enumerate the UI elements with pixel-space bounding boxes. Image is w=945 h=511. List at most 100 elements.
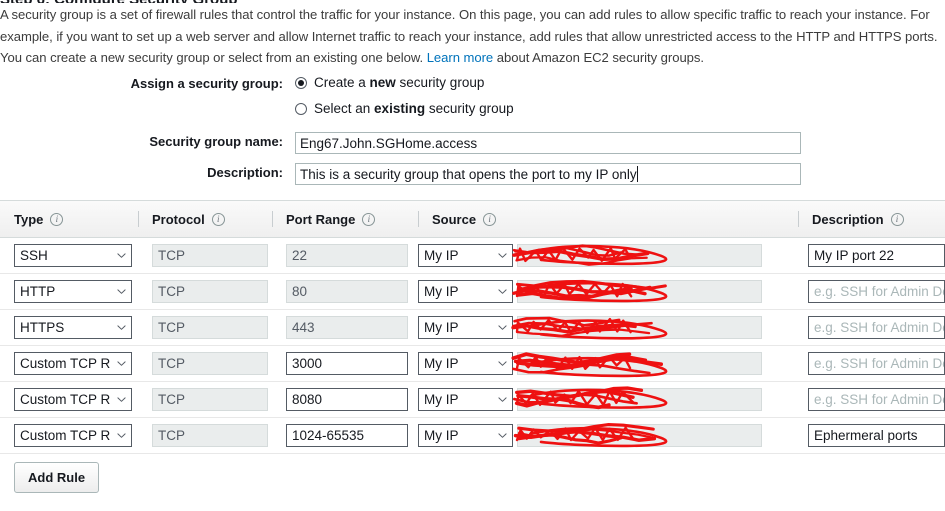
- info-icon[interactable]: i: [890, 212, 904, 226]
- column-divider: [272, 211, 273, 227]
- table-row: SSH TCP 22 My IP My IP port 22: [0, 238, 945, 274]
- security-group-name-label: Security group name:: [149, 134, 283, 149]
- rule-source-select[interactable]: My IP: [418, 388, 513, 411]
- radio-option-select-existing[interactable]: Select an existing security group: [295, 100, 945, 118]
- column-divider: [418, 211, 419, 227]
- chevron-down-icon: [117, 253, 126, 258]
- rule-type-select[interactable]: Custom TCP R: [14, 352, 132, 375]
- chevron-down-icon: [117, 433, 126, 438]
- rule-protocol-field: TCP: [152, 424, 268, 447]
- rule-description-field[interactable]: e.g. SSH for Admin Desktop: [808, 388, 945, 411]
- rule-type-value: Custom TCP R: [20, 392, 111, 407]
- info-icon[interactable]: i: [483, 212, 497, 226]
- radio-existing-label: Select an existing security group: [314, 101, 514, 116]
- rule-type-select[interactable]: SSH: [14, 244, 132, 267]
- intro-paragraph: A security group is a set of firewall ru…: [0, 4, 945, 69]
- assign-label: Assign a security group:: [130, 76, 283, 91]
- rule-protocol-field: TCP: [152, 388, 268, 411]
- column-header-protocol: Protocol i: [138, 200, 272, 238]
- rule-port-range-field[interactable]: 1024-65535: [286, 424, 408, 447]
- rule-description-field[interactable]: e.g. SSH for Admin Desktop: [808, 280, 945, 303]
- rule-type-select[interactable]: Custom TCP R: [14, 424, 132, 447]
- column-header-description: Description i: [798, 200, 945, 238]
- security-group-rules-table: Type i Protocol i Port Range i Source i Desc…: [0, 200, 945, 454]
- rule-type-value: HTTP: [20, 284, 56, 299]
- chevron-down-icon: [117, 361, 126, 366]
- rule-protocol-field: TCP: [152, 280, 268, 303]
- column-divider: [138, 211, 139, 227]
- rule-source-type-value: My IP: [424, 284, 459, 299]
- column-header-protocol-label: Protocol: [152, 211, 205, 227]
- radio-existing-icon[interactable]: [295, 103, 307, 115]
- rule-source-select[interactable]: My IP: [418, 352, 513, 375]
- rule-source-value-wrap: [512, 386, 762, 411]
- rule-protocol-field: TCP: [152, 352, 268, 375]
- rule-port-range-field: 22: [286, 244, 408, 267]
- rule-source-cidr-field: [517, 352, 762, 375]
- intro-text-part2: about Amazon EC2 security groups.: [493, 50, 704, 65]
- info-icon[interactable]: i: [211, 212, 225, 226]
- rule-description-field[interactable]: Ephermeral ports: [808, 424, 945, 447]
- add-rule-button[interactable]: Add Rule: [14, 462, 100, 493]
- rule-source-type-value: My IP: [424, 392, 459, 407]
- radio-new-label: Create a new security group: [314, 75, 485, 90]
- rule-port-range-field: 443: [286, 316, 408, 339]
- chevron-down-icon: [498, 325, 507, 330]
- radio-option-create-new[interactable]: Create a new security group: [295, 74, 945, 92]
- rule-port-range-field[interactable]: 8080: [286, 388, 408, 411]
- radio-new-icon[interactable]: [295, 77, 307, 89]
- description-label: Description:: [207, 165, 283, 180]
- column-header-type-label: Type: [14, 211, 44, 227]
- rule-source-value-wrap: [511, 352, 762, 378]
- column-header-source-label: Source: [432, 211, 477, 227]
- column-header-type: Type i: [0, 200, 138, 238]
- rule-source-type-value: My IP: [424, 356, 459, 371]
- rule-description-field[interactable]: My IP port 22: [808, 244, 945, 267]
- table-row: HTTP TCP 80 My IP e.g. SSH for Admin Desktop: [0, 274, 945, 310]
- chevron-down-icon: [498, 397, 507, 402]
- rule-source-value-wrap: [511, 316, 762, 340]
- rule-source-type-value: My IP: [424, 428, 459, 443]
- rule-port-range-field[interactable]: 3000: [286, 352, 408, 375]
- table-row: Custom TCP R TCP 3000 My IP e.g. SSH for Adm…: [0, 346, 945, 382]
- rule-source-select[interactable]: My IP: [418, 316, 513, 339]
- table-row: Custom TCP R TCP 1024-65535 My IP Ephermeral…: [0, 418, 945, 454]
- security-group-name-row: Security group name:: [0, 132, 945, 154]
- rule-type-select[interactable]: HTTPS: [14, 316, 132, 339]
- rule-description-field[interactable]: e.g. SSH for Admin Desktop: [808, 352, 945, 375]
- rule-source-value-wrap: [513, 423, 762, 448]
- rule-type-select[interactable]: Custom TCP R: [14, 388, 132, 411]
- security-group-name-input[interactable]: [295, 132, 801, 154]
- column-header-port-range: Port Range i: [272, 200, 418, 238]
- rule-source-select[interactable]: My IP: [418, 244, 513, 267]
- rule-source-select[interactable]: My IP: [418, 280, 513, 303]
- chevron-down-icon: [498, 433, 507, 438]
- rule-source-type-value: My IP: [424, 320, 459, 335]
- rule-source-value-wrap: [512, 244, 762, 267]
- rule-type-value: Custom TCP R: [20, 428, 111, 443]
- column-header-source: Source i: [418, 200, 798, 238]
- rule-type-select[interactable]: HTTP: [14, 280, 132, 303]
- column-divider: [798, 211, 799, 227]
- rule-source-cidr-field: [517, 244, 762, 267]
- description-input[interactable]: [295, 163, 801, 185]
- table-body: SSH TCP 22 My IP My IP port 22 HTTP TCP 80 My IP…: [0, 238, 945, 454]
- chevron-down-icon: [498, 253, 507, 258]
- rule-source-cidr-field: [517, 424, 762, 447]
- assign-security-group-row: Assign a security group: Create a new se…: [0, 74, 945, 118]
- chevron-down-icon: [117, 397, 126, 402]
- security-group-form: Assign a security group: Create a new se…: [0, 74, 945, 192]
- chevron-down-icon: [498, 361, 507, 366]
- chevron-down-icon: [117, 325, 126, 330]
- chevron-down-icon: [117, 289, 126, 294]
- rule-protocol-field: TCP: [152, 316, 268, 339]
- rule-source-select[interactable]: My IP: [418, 424, 513, 447]
- rule-description-field[interactable]: e.g. SSH for Admin Desktop: [808, 316, 945, 339]
- rule-source-cidr-field: [517, 388, 762, 411]
- learn-more-link[interactable]: Learn more: [427, 50, 494, 65]
- info-icon[interactable]: i: [50, 212, 64, 226]
- rule-source-cidr-field: [517, 280, 762, 303]
- info-icon[interactable]: i: [362, 212, 376, 226]
- chevron-down-icon: [498, 289, 507, 294]
- page-title: Step 6: Configure Security Group: [0, 0, 238, 3]
